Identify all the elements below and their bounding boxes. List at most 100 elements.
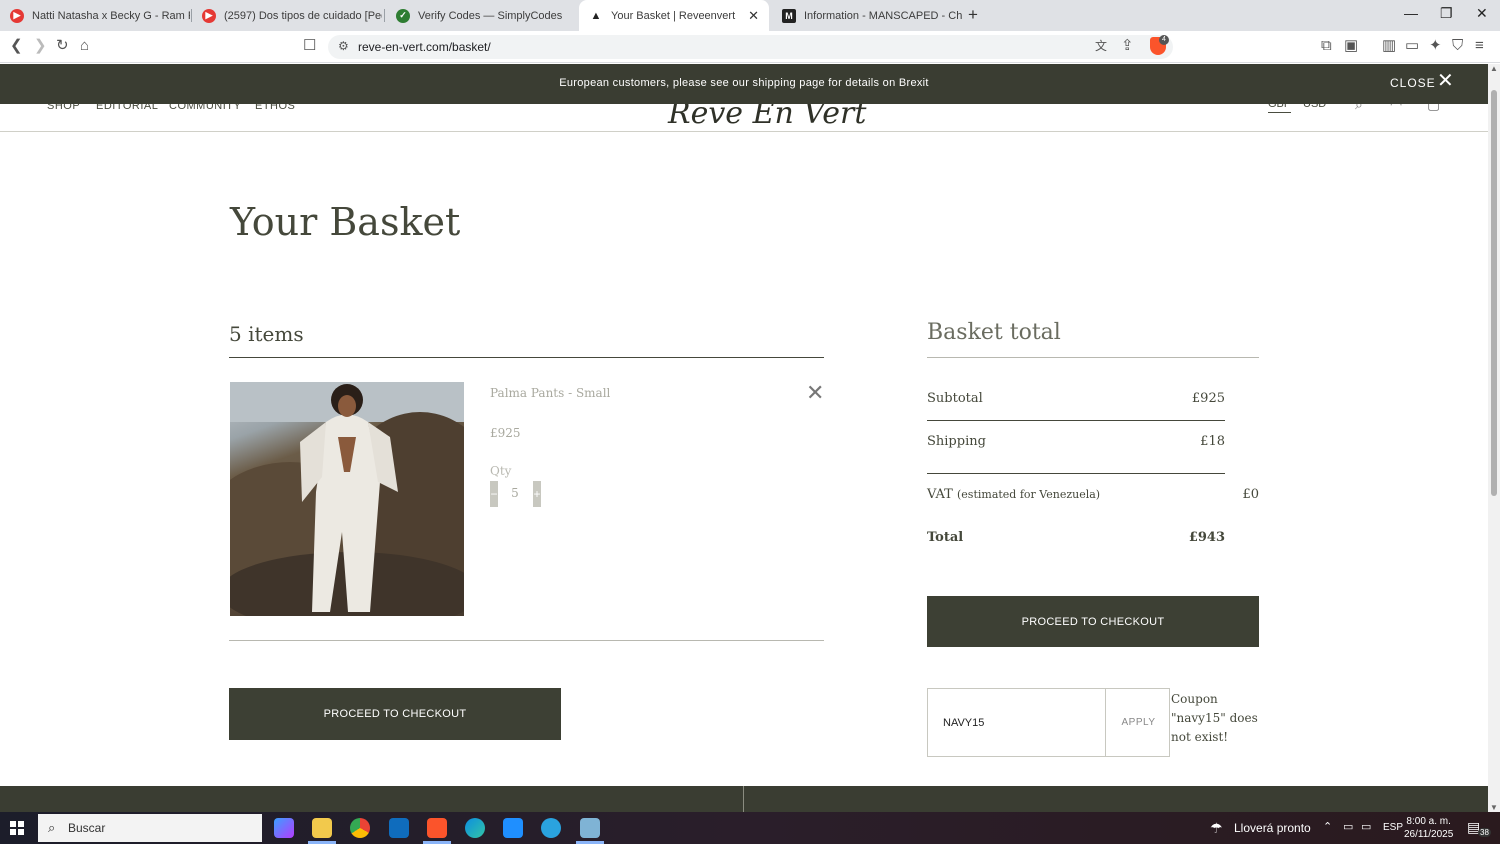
footer-divider xyxy=(743,786,744,812)
clock-time: 8:00 a. m. xyxy=(1406,816,1451,827)
vpn-icon[interactable]: ⛉ xyxy=(1452,37,1463,55)
weather-icon[interactable]: ☂ xyxy=(1210,820,1223,837)
remove-item-icon[interactable]: ✕ xyxy=(806,382,824,404)
site-info-icon[interactable]: ⚙ xyxy=(338,39,349,53)
network-icon[interactable]: ▭ xyxy=(1343,820,1353,833)
scroll-down-icon[interactable]: ▼ xyxy=(1490,803,1498,812)
tab-title: Natti Natasha x Becky G - Ram Pam P xyxy=(32,9,190,22)
browser-toolbar: ❮ ❯ ↻ ⌂ ☐ ⚙ reve-en-vert.com/basket/ 文 ⇪… xyxy=(0,31,1500,63)
banner-close-label[interactable]: CLOSE xyxy=(1390,76,1436,90)
tab-youtube-1[interactable]: ▶ Natti Natasha x Becky G - Ram Pam P xyxy=(0,0,190,31)
shields-count-badge: 4 xyxy=(1159,35,1169,45)
basket-total-title: Basket total xyxy=(927,320,1061,345)
page-viewport: SHOP EDITORIAL COMMUNITY ETHOS Reve En V… xyxy=(0,64,1488,812)
manscaped-icon: M xyxy=(782,8,796,23)
tab-youtube-2[interactable]: ▶ (2597) Dos tipos de cuidado [Pedro M xyxy=(192,0,382,31)
qty-decrease-button[interactable]: − xyxy=(490,481,498,507)
new-tab-icon[interactable]: + xyxy=(968,5,978,25)
brexit-banner: European customers, please see our shipp… xyxy=(0,64,1488,104)
menu-icon[interactable]: ≡ xyxy=(1475,37,1484,55)
tray-chevron-icon[interactable]: ⌃ xyxy=(1323,820,1332,833)
divider xyxy=(229,357,824,358)
coupon-form: APPLY xyxy=(927,688,1170,757)
screenshot-icon[interactable]: ▣ xyxy=(1344,37,1358,55)
tab-your-basket[interactable]: ▲ Your Basket | Reveenvert ✕ xyxy=(579,0,769,31)
brave-icon[interactable] xyxy=(427,818,447,838)
edge-icon[interactable] xyxy=(465,818,485,838)
coupon-error-message: Coupon "navy15" does not exist! xyxy=(1171,692,1258,744)
clock-date: 26/11/2025 xyxy=(1404,829,1454,840)
vat-value: £0 xyxy=(1242,487,1259,502)
windows-start-icon[interactable] xyxy=(10,821,24,835)
extensions-icon[interactable]: ⧉ xyxy=(1321,37,1332,55)
language-indicator[interactable]: ESP xyxy=(1383,822,1403,833)
file-explorer-icon[interactable] xyxy=(312,818,332,838)
divider xyxy=(229,640,824,641)
vat-note: (estimated for Venezuela) xyxy=(957,488,1101,501)
home-icon[interactable]: ⌂ xyxy=(80,37,89,55)
items-count: 5 items xyxy=(229,322,304,346)
close-window-icon[interactable]: ✕ xyxy=(1476,5,1488,22)
address-bar[interactable]: ⚙ reve-en-vert.com/basket/ xyxy=(328,35,1173,59)
close-icon[interactable]: ✕ xyxy=(1437,71,1454,91)
vat-label: VAT (estimated for Venezuela) xyxy=(927,487,1100,502)
site-footer xyxy=(0,786,1488,812)
youtube-icon: ▶ xyxy=(10,8,24,23)
copilot-icon[interactable] xyxy=(274,818,294,838)
search-icon: ⌕ xyxy=(48,820,56,835)
total-label: Total xyxy=(927,530,964,545)
coupon-input[interactable] xyxy=(928,689,1106,756)
telegram-icon[interactable] xyxy=(541,818,561,838)
divider xyxy=(927,473,1225,474)
taskbar-search[interactable]: ⌕ Buscar xyxy=(38,814,262,842)
tab-title: (2597) Dos tipos de cuidado [Pedro M xyxy=(224,9,382,22)
store-icon[interactable] xyxy=(503,818,523,838)
product-price: £925 xyxy=(490,426,521,440)
product-image[interactable] xyxy=(230,382,464,616)
close-tab-icon[interactable]: ✕ xyxy=(748,8,759,24)
weather-text[interactable]: Lloverá pronto xyxy=(1234,821,1311,835)
leo-ai-icon[interactable]: ✦ xyxy=(1429,37,1442,55)
apply-coupon-button[interactable]: APPLY xyxy=(1107,689,1170,756)
notification-count: 38 xyxy=(1478,828,1491,837)
reveenvert-icon: ▲ xyxy=(590,9,602,22)
translate-icon[interactable]: 文 xyxy=(1095,37,1107,55)
notepad-icon[interactable] xyxy=(580,818,600,838)
product-name[interactable]: Palma Pants - Small xyxy=(490,386,610,400)
url-text: reve-en-vert.com/basket/ xyxy=(358,40,491,54)
banner-text[interactable]: European customers, please see our shipp… xyxy=(0,77,1488,89)
qty-value[interactable]: 5 xyxy=(505,486,525,500)
bookmark-icon[interactable]: ☐ xyxy=(303,37,316,55)
qty-label: Qty xyxy=(490,464,512,478)
taskbar-search-placeholder: Buscar xyxy=(68,821,106,835)
forward-icon[interactable]: ❯ xyxy=(34,37,47,55)
page-title: Your Basket xyxy=(230,200,461,244)
restore-icon[interactable]: ❐ xyxy=(1440,5,1453,22)
divider xyxy=(927,420,1225,421)
share-icon[interactable]: ⇪ xyxy=(1121,37,1134,55)
taskbar-clock[interactable]: 8:00 a. m. 26/11/2025 xyxy=(1404,815,1453,841)
sidebar-icon[interactable]: ▥ xyxy=(1382,37,1396,55)
scroll-thumb[interactable] xyxy=(1491,90,1497,496)
display-icon[interactable]: ▭ xyxy=(1361,820,1371,833)
tab-simplycodes[interactable]: ✓ Verify Codes — SimplyCodes xyxy=(386,0,576,31)
scroll-up-icon[interactable]: ▲ xyxy=(1490,64,1498,73)
shipping-value: £18 xyxy=(1200,434,1225,449)
windows-taskbar: ⌕ Buscar ☂ Lloverá pronto ⌃ ▭ ▭ ESP 8:00… xyxy=(0,812,1500,844)
proceed-to-checkout-button-summary[interactable]: PROCEED TO CHECKOUT xyxy=(927,596,1259,647)
qty-increase-button[interactable]: + xyxy=(533,481,541,507)
proceed-to-checkout-button[interactable]: PROCEED TO CHECKOUT xyxy=(229,688,561,740)
outlook-icon[interactable] xyxy=(389,818,409,838)
chrome-icon[interactable] xyxy=(350,818,370,838)
minimize-icon[interactable]: — xyxy=(1404,5,1418,21)
shipping-label: Shipping xyxy=(927,434,986,449)
tab-manscaped[interactable]: M Information - MANSCAPED - Checko xyxy=(772,0,962,31)
divider xyxy=(927,357,1259,358)
wallet-icon[interactable]: ▭ xyxy=(1405,37,1419,55)
subtotal-value: £925 xyxy=(1191,391,1225,406)
page-scrollbar[interactable]: ▲ ▼ xyxy=(1488,64,1500,812)
vat-label-text: VAT xyxy=(927,487,953,502)
tab-title: Verify Codes — SimplyCodes xyxy=(418,9,563,22)
back-icon[interactable]: ❮ xyxy=(10,37,23,55)
reload-icon[interactable]: ↻ xyxy=(56,37,69,55)
